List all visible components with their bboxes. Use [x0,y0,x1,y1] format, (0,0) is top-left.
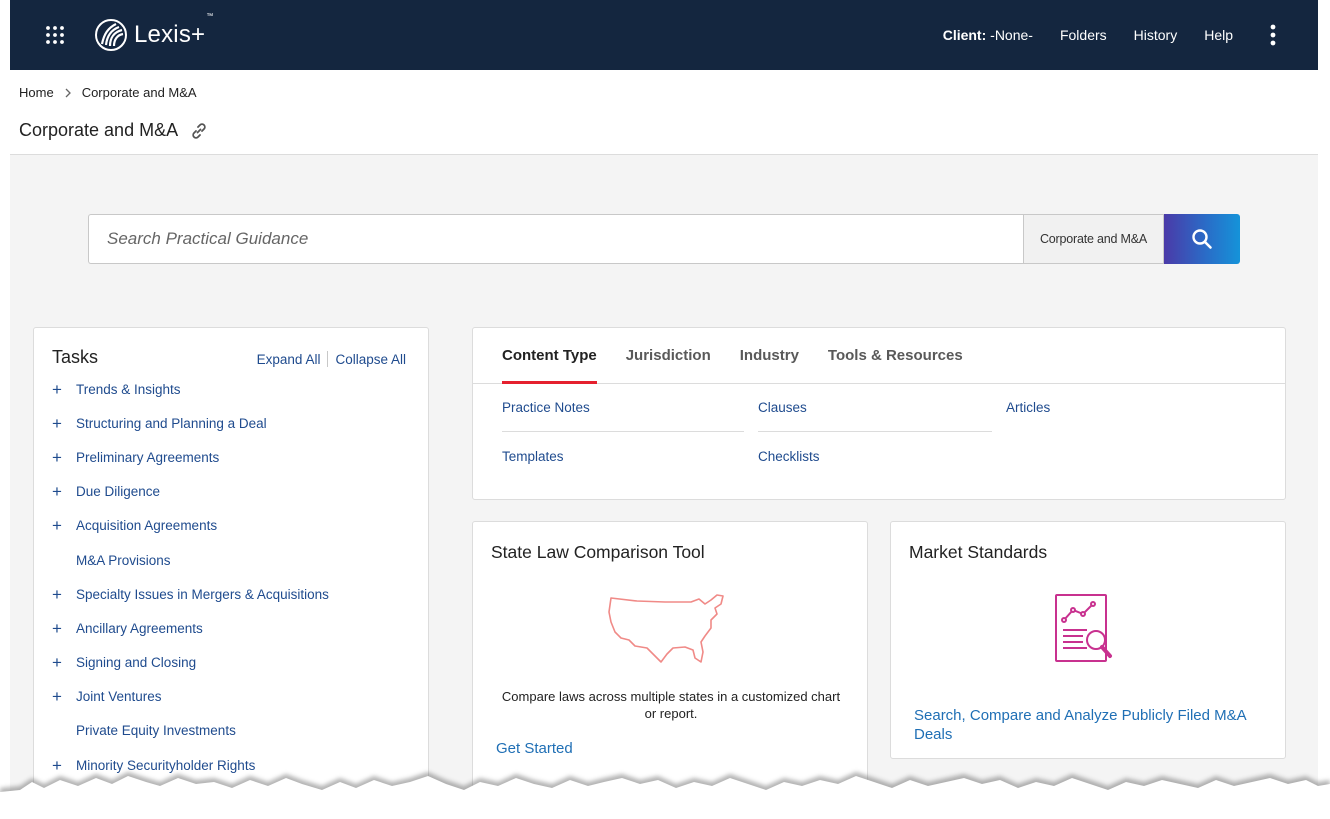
task-label: Structuring and Planning a Deal [76,415,267,431]
task-list: + Trends & Insights + Structuring and Plan… [52,372,329,782]
search-scope-selector[interactable]: Corporate and M&A [1023,214,1164,264]
search-input[interactable] [88,214,1023,264]
folders-link[interactable]: Folders [1060,27,1107,43]
tab-jurisdiction[interactable]: Jurisdiction [626,328,711,383]
search-bar: Corporate and M&A [88,214,1240,264]
tasks-title: Tasks [52,347,99,367]
content-type-panel: Content Type Jurisdiction Industry Tools… [472,327,1286,500]
report-magnifier-icon [1055,594,1112,662]
plus-icon[interactable]: + [52,517,76,534]
divider [758,431,992,432]
practice-notes-link[interactable]: Practice Notes [502,400,590,415]
tab-content-type[interactable]: Content Type [502,328,597,384]
lexis-emblem-icon [95,19,127,51]
task-label: Specialty Issues in Mergers & Acquisitio… [76,586,329,602]
client-selector[interactable]: Client: -None- [943,27,1033,43]
task-label: Trends & Insights [76,381,181,397]
page-title: Corporate and M&A [19,120,208,141]
nav-menu: Client: -None- Folders History Help [943,0,1318,70]
breadcrumb-current: Corporate and M&A [81,85,197,100]
expand-all-link[interactable]: Expand All [257,352,321,367]
us-map-icon [608,594,724,663]
chevron-right-icon [65,88,71,97]
apps-grid-icon[interactable] [45,25,65,45]
breadcrumb-home[interactable]: Home [19,85,54,100]
client-value: -None- [986,27,1033,43]
articles-link[interactable]: Articles [1006,400,1050,415]
task-label: Preliminary Agreements [76,449,220,465]
plus-icon[interactable]: + [52,654,76,671]
task-label: M&A Provisions [76,552,171,568]
plus-icon[interactable]: + [52,620,76,637]
task-item[interactable]: + Specialty Issues in Mergers & Acquisiti… [52,577,329,611]
task-label: Due Diligence [76,484,161,500]
divider [502,431,744,432]
page-title-text: Corporate and M&A [19,120,179,140]
task-item[interactable]: + Due Diligence [52,475,329,509]
task-item[interactable]: + Structuring and Planning a Deal [52,406,329,440]
history-link[interactable]: History [1134,27,1178,43]
logo-text: Lexis+™ [134,13,214,48]
task-item[interactable]: M&A Provisions [52,543,329,577]
content-tabs: Content Type Jurisdiction Industry Tools… [473,328,1285,384]
lexis-logo[interactable]: Lexis+™ [94,13,214,52]
templates-link[interactable]: Templates [502,449,564,464]
search-button[interactable] [1164,214,1240,264]
collapse-all-link[interactable]: Collapse All [335,352,406,367]
plus-icon[interactable]: + [52,688,76,705]
help-link[interactable]: Help [1204,27,1233,43]
app-window: Lexis+™ Client: -None- Folders History H… [10,0,1318,819]
task-label: Ancillary Agreements [76,620,203,636]
breadcrumb: Home Corporate and M&A [19,85,197,100]
client-label: Client: [942,27,987,43]
tasks-controls: Expand All Collapse All [257,351,406,367]
tasks-panel: Tasks Expand All Collapse All + Trends & … [33,327,429,819]
task-label: Acquisition Agreements [76,518,218,534]
checklists-link[interactable]: Checklists [758,449,820,464]
get-started-link[interactable]: Get Started [496,740,573,757]
kebab-icon[interactable] [1258,20,1288,50]
task-item[interactable]: + Signing and Closing [52,646,329,680]
plus-icon[interactable]: + [52,381,76,398]
tab-tools-resources[interactable]: Tools & Resources [828,328,963,383]
plus-icon[interactable]: + [52,586,76,603]
task-label: Signing and Closing [76,655,197,671]
tab-industry[interactable]: Industry [740,328,799,383]
task-item[interactable]: + Trends & Insights [52,372,329,406]
divider [327,351,329,367]
task-item[interactable]: + Ancillary Agreements [52,611,329,645]
market-standards-card: Market Standards Search, Compare and Ana… [890,521,1286,759]
plus-icon[interactable]: + [52,449,76,466]
plus-icon[interactable]: + [52,415,76,432]
task-item[interactable]: + Joint Ventures [52,680,329,714]
torn-edge-decoration [0,772,1330,819]
task-label: Joint Ventures [76,689,162,705]
plus-icon[interactable]: + [52,483,76,500]
top-navbar: Lexis+™ Client: -None- Folders History H… [10,0,1318,70]
task-item[interactable]: Private Equity Investments [52,714,329,748]
state-law-title: State Law Comparison Tool [491,542,705,562]
page-header: Home Corporate and M&A Corporate and M&A [10,70,1318,155]
task-item[interactable]: + Acquisition Agreements [52,509,329,543]
clauses-link[interactable]: Clauses [758,400,807,415]
paperclip-link-icon[interactable] [190,122,208,140]
task-item[interactable]: + Preliminary Agreements [52,440,329,474]
market-standards-link[interactable]: Search, Compare and Analyze Publicly Fil… [914,706,1274,744]
market-standards-title: Market Standards [909,542,1048,562]
search-icon [1192,229,1212,249]
state-law-description: Compare laws across multiple states in a… [501,689,841,721]
task-label: Private Equity Investments [76,723,236,739]
